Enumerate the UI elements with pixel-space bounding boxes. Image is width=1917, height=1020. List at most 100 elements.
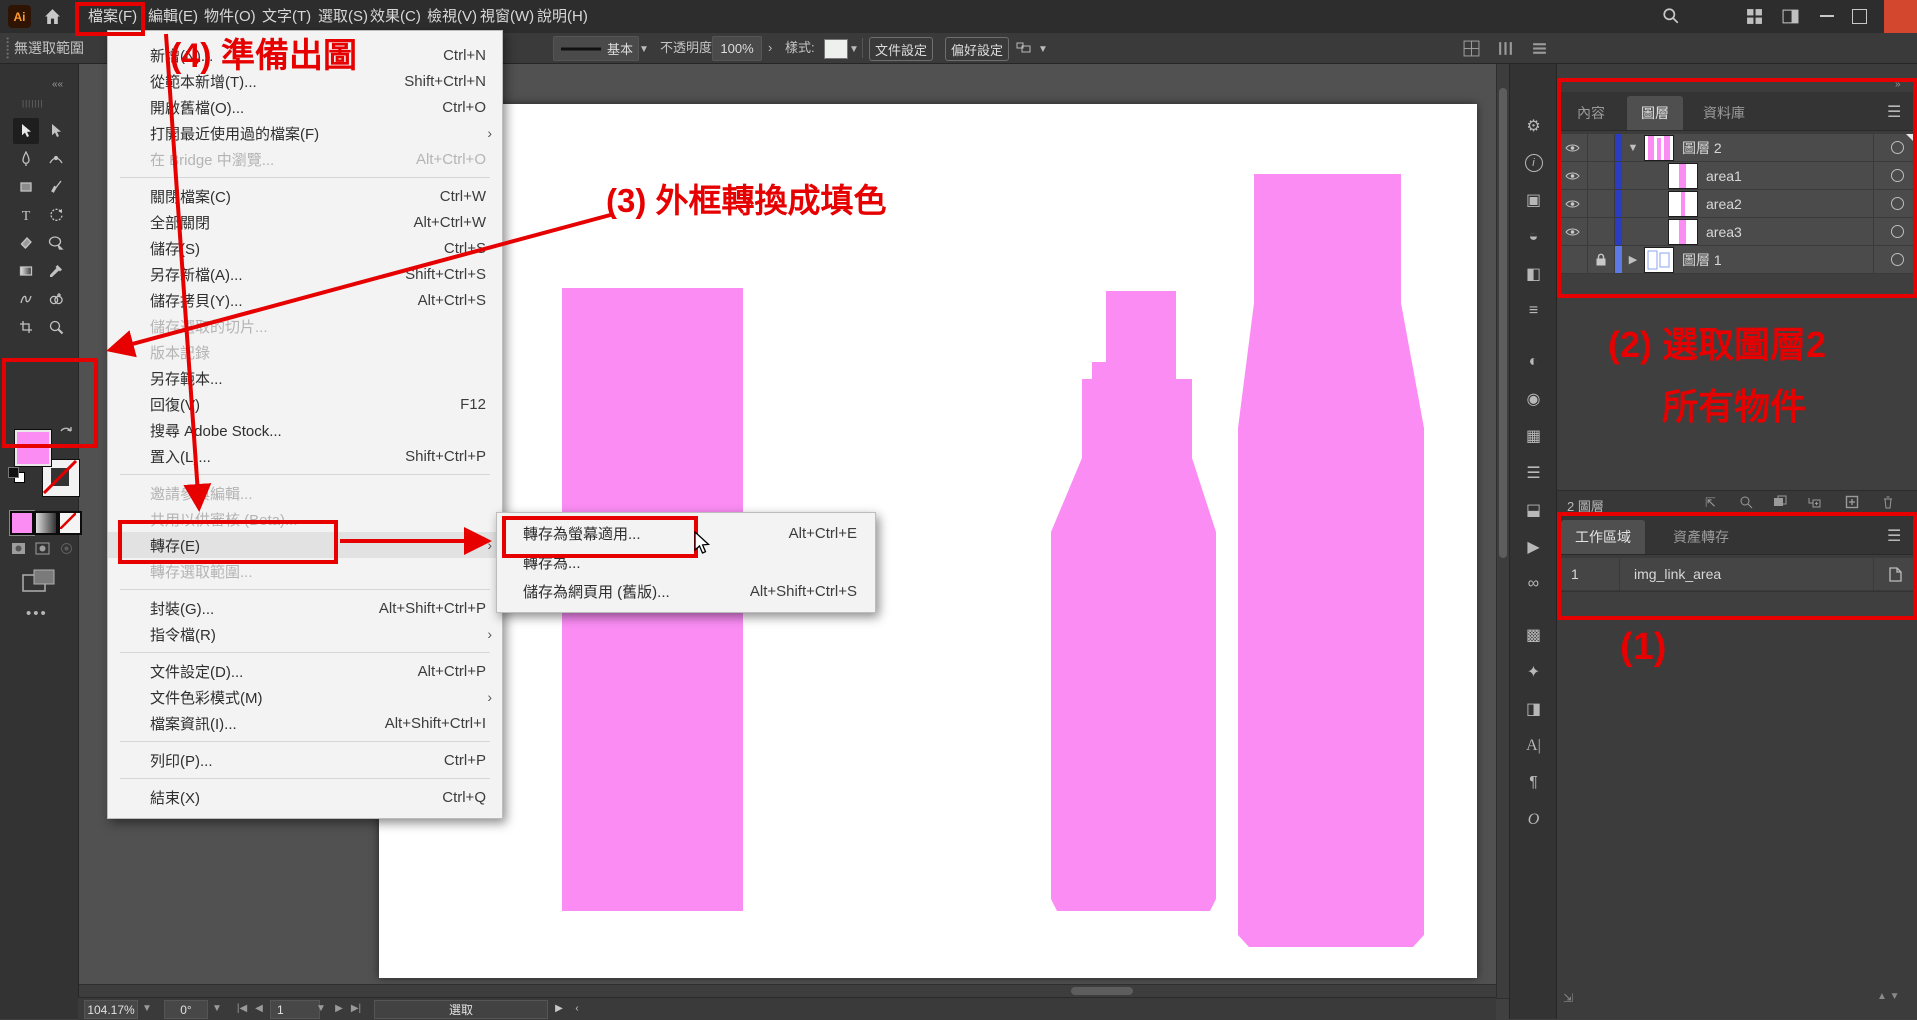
menu-item-export-as[interactable]: 轉存為... (497, 548, 875, 577)
target-circle[interactable] (1891, 225, 1904, 238)
area1-thumbnail[interactable] (1668, 163, 1698, 189)
preferences-button[interactable]: 偏好設定 (945, 37, 1009, 61)
visibility-toggle[interactable] (1557, 218, 1588, 245)
menu-effect[interactable]: 效果(C) (364, 0, 427, 33)
gradient-panel-icon[interactable]: ◉ (1510, 380, 1557, 417)
draw-normal-mode-icon[interactable] (10, 541, 28, 562)
menu-item-export[interactable]: 轉存(E)› (108, 532, 502, 558)
rotation-dropdown[interactable]: ▼ (210, 1000, 224, 1017)
first-artboard-button[interactable]: |◀ (234, 1000, 250, 1017)
menu-item-open[interactable]: 開啟舊檔(O)...Ctrl+O (108, 94, 502, 120)
rectangle-tool[interactable] (13, 174, 39, 200)
target-circle[interactable] (1891, 169, 1904, 182)
visibility-toggle[interactable] (1557, 190, 1588, 217)
area2-thumbnail[interactable] (1668, 191, 1698, 217)
rotation-field[interactable]: 0° (164, 1000, 208, 1019)
collapse-panel-chevrons[interactable]: «« (52, 79, 63, 90)
align-panel-icon[interactable]: ☰ (1510, 454, 1557, 491)
lock-toggle[interactable] (1588, 218, 1615, 245)
default-fill-stroke-icon[interactable] (8, 467, 24, 481)
pathfinder-panel-icon[interactable]: ⬓ (1510, 491, 1557, 528)
panel-scroll-up-icon[interactable]: ▲ ▼ (1877, 991, 1900, 1002)
stroke-style-dropdown[interactable]: ▼ (639, 41, 649, 58)
control-right-icon-columns[interactable] (1497, 40, 1514, 62)
menu-item-close[interactable]: 關閉檔案(C)Ctrl+W (108, 183, 502, 209)
menu-item-export-for-screens[interactable]: 轉存為螢幕適用...Alt+Ctrl+E (497, 519, 875, 548)
h-scrollbar-thumb[interactable] (1071, 987, 1133, 995)
stroke-panel-icon[interactable]: ≡ (1510, 292, 1557, 329)
align-options-dropdown[interactable]: ▼ (1038, 41, 1048, 58)
swatches-panel-icon[interactable]: ▦ (1510, 417, 1557, 454)
rotate-tool[interactable] (43, 202, 69, 228)
expand-chevron-icon[interactable]: ▼ (1622, 142, 1644, 154)
artboard-page-icon[interactable] (1888, 567, 1902, 582)
artboard-number-field[interactable]: 1 (270, 1000, 320, 1019)
artboards-panel-menu-icon[interactable]: ☰ (1887, 526, 1901, 546)
workspace-switcher-icon[interactable] (1746, 8, 1763, 30)
menu-item-exit[interactable]: 結束(X)Ctrl+Q (108, 784, 502, 810)
menu-item-new[interactable]: 新增(N)...Ctrl+N (108, 42, 502, 68)
menu-edit[interactable]: 編輯(E) (142, 0, 204, 33)
gradient-mode-button[interactable] (34, 511, 58, 535)
pink-shape[interactable] (1238, 174, 1424, 947)
shape-builder-tool[interactable] (43, 286, 69, 312)
v-scrollbar-thumb[interactable] (1499, 88, 1507, 558)
pattern-panel-icon[interactable]: ▩ (1510, 616, 1557, 653)
delete-layer-icon[interactable] (1881, 495, 1895, 514)
artboard-name[interactable]: img_link_area (1620, 566, 1721, 582)
make-mask-icon[interactable] (1773, 495, 1787, 514)
paragraph-panel-icon[interactable]: ¶ (1510, 764, 1557, 801)
control-right-icon-rows[interactable] (1531, 40, 1548, 62)
next-artboard-button[interactable]: ▶ (332, 1000, 346, 1017)
tab-artboards[interactable]: 工作區域 (1561, 520, 1645, 554)
none-mode-button[interactable] (58, 511, 82, 535)
tab-libraries[interactable]: 資料庫 (1689, 96, 1759, 130)
color-mode-button[interactable] (10, 511, 34, 535)
artboard-row-1[interactable]: 1 img_link_area (1557, 558, 1917, 591)
zoom-level-field[interactable]: 104.17% (84, 1000, 138, 1019)
app-logo[interactable]: Ai (8, 5, 31, 28)
area3-thumbnail[interactable] (1668, 219, 1698, 245)
tab-properties[interactable]: 內容 (1563, 96, 1619, 130)
character-panel-icon[interactable]: A| (1510, 727, 1557, 764)
visibility-toggle[interactable] (1557, 134, 1588, 161)
menu-item-new-from-template[interactable]: 從範本新增(T)...Shift+Ctrl+N (108, 68, 502, 94)
artboard-tool[interactable] (13, 314, 39, 340)
layer-row-area2[interactable]: area2 (1557, 190, 1917, 218)
menu-item-package[interactable]: 封裝(G)...Alt+Shift+Ctrl+P (108, 595, 502, 621)
minimize-button[interactable] (1820, 15, 1834, 17)
visibility-toggle[interactable] (1557, 162, 1588, 189)
layer-name[interactable]: 圖層 2 (1682, 138, 1722, 158)
layers-panel-menu-icon[interactable]: ☰ (1887, 102, 1901, 122)
menu-item-search-adobe-stock[interactable]: 搜尋 Adobe Stock... (108, 417, 502, 443)
width-tool[interactable] (13, 286, 39, 312)
last-artboard-button[interactable]: ▶| (348, 1000, 364, 1017)
layer-name[interactable]: area2 (1706, 196, 1742, 212)
status-expand-arrow[interactable]: ▶ (552, 1000, 566, 1017)
menu-item-save-as-template[interactable]: 另存範本... (108, 365, 502, 391)
menu-item-scripts[interactable]: 指令檔(R)› (108, 621, 502, 647)
h-scrollbar-track[interactable] (78, 984, 1496, 997)
zoom-dropdown[interactable]: ▼ (140, 1000, 154, 1017)
prev-artboard-button[interactable]: ◀ (252, 1000, 266, 1017)
menu-item-save-a-copy[interactable]: 儲存拷貝(Y)...Alt+Ctrl+S (108, 287, 502, 313)
layer-row-area3[interactable]: area3 (1557, 218, 1917, 246)
properties-panel-icon[interactable]: ⚙ (1510, 107, 1557, 144)
eraser-tool[interactable] (13, 230, 39, 256)
search-icon[interactable] (1662, 7, 1680, 30)
menu-item-save-for-web[interactable]: 儲存為網頁用 (舊版)...Alt+Shift+Ctrl+S (497, 577, 875, 606)
home-icon[interactable] (44, 8, 61, 30)
target-circle[interactable] (1891, 253, 1904, 266)
menu-item-document-color-mode[interactable]: 文件色彩模式(M)› (108, 684, 502, 710)
locate-object-icon[interactable] (1739, 495, 1753, 514)
menu-item-print[interactable]: 列印(P)...Ctrl+P (108, 747, 502, 773)
curvature-tool[interactable] (43, 146, 69, 172)
pen-tool[interactable] (13, 146, 39, 172)
style-swatch[interactable] (824, 39, 848, 59)
layer-row-area1[interactable]: area1 (1557, 162, 1917, 190)
graphic-styles-panel-icon[interactable]: ◧ (1510, 255, 1557, 292)
zoom-tool[interactable] (43, 314, 69, 340)
layer-row-layer2[interactable]: ▼ 圖層 2 (1557, 134, 1917, 162)
menu-item-save-as[interactable]: 另存新檔(A)...Shift+Ctrl+S (108, 261, 502, 287)
style-dropdown[interactable]: ▼ (849, 41, 859, 58)
